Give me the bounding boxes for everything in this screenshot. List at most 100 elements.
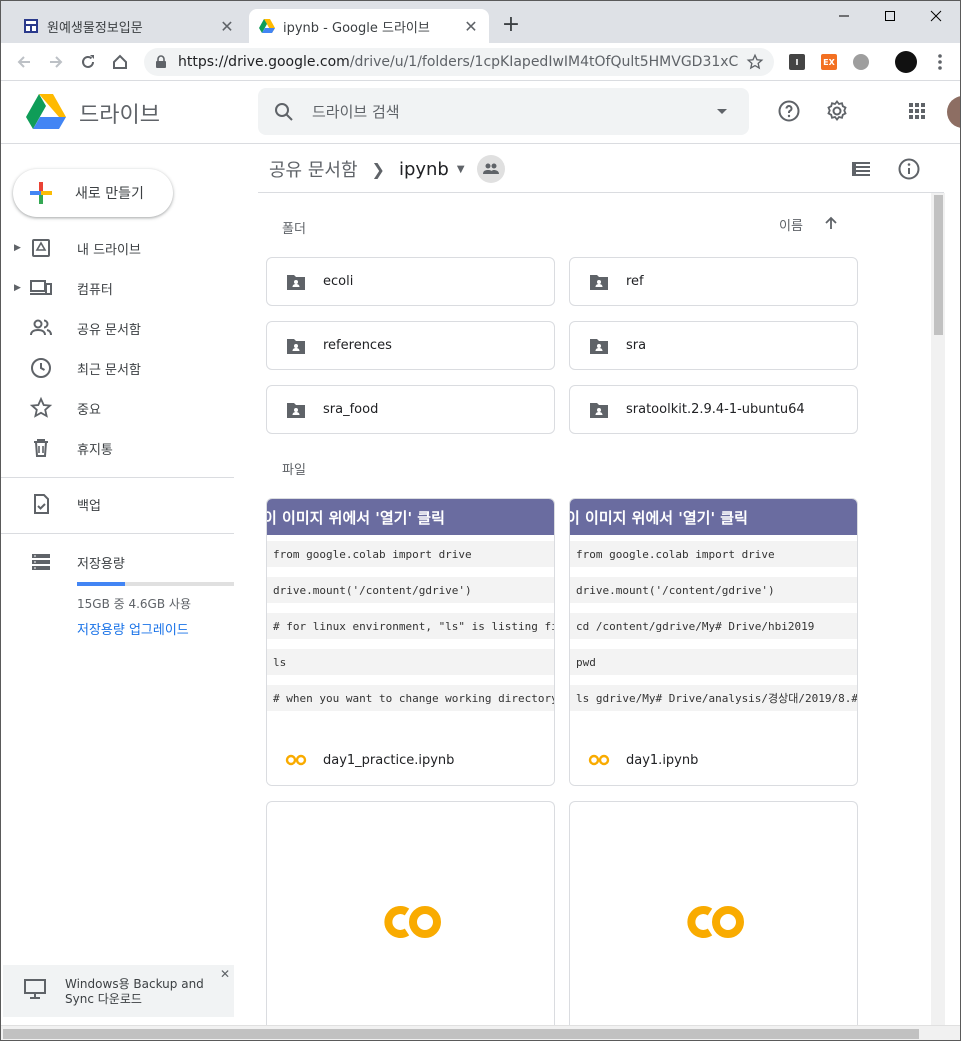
preview-code-line: ls gdrive/My# Drive/analysis/경상대/2019/8.… (570, 685, 857, 711)
files-section-title: 파일 (282, 463, 306, 478)
search-icon[interactable] (272, 100, 296, 124)
shared-folder-icon (287, 274, 305, 290)
shared-folder-icon (590, 274, 608, 290)
file-card[interactable] (266, 801, 555, 1040)
sidebar-divider (1, 533, 234, 534)
search-input[interactable]: 드라이브 검색 (312, 101, 715, 122)
reload-icon[interactable] (77, 51, 99, 73)
sidebar-item-shared[interactable]: 공유 문서함 (1, 312, 241, 344)
file-name: day1.ipynb (626, 752, 699, 768)
colab-icon (285, 754, 307, 766)
backup-sync-promo[interactable]: Windows용 Backup and Sync 다운로드 ✕ (3, 965, 234, 1017)
sidebar-item-label: 백업 (77, 498, 101, 514)
chevron-down-icon[interactable]: ▼ (457, 164, 465, 175)
breadcrumb: 공유 문서함 ❯ ipynb ▼ (269, 153, 505, 185)
sidebar-item-trash[interactable]: 휴지통 (1, 432, 241, 464)
file-card[interactable]: 이 이미지 위에서 '열기' 클릭 from google.colab impo… (266, 498, 555, 786)
tab-title: ipynb - Google 드라이브 (283, 20, 430, 36)
folders-section-title: 폴더 (282, 222, 306, 237)
folder-name: sra (626, 338, 647, 353)
sidebar-item-label: 저장용량 (77, 556, 125, 572)
chevron-right-icon: ❯ (371, 159, 385, 179)
new-tab-button[interactable]: + (501, 14, 521, 36)
preview-code-line: # when you want to change working direct… (267, 685, 554, 711)
sidebar-item-starred[interactable]: 중요 (1, 392, 241, 424)
sort-by-name-button[interactable]: 이름 (779, 215, 803, 234)
close-tab-icon[interactable]: ✕ (219, 17, 235, 36)
file-card[interactable]: 이 이미지 위에서 '열기' 클릭 from google.colab impo… (569, 498, 858, 786)
folder-card[interactable]: ecoli (266, 257, 555, 306)
colab-logo-icon (687, 906, 744, 938)
help-icon[interactable] (777, 99, 801, 123)
close-tab-icon[interactable]: ✕ (463, 17, 479, 36)
search-options-icon[interactable] (715, 108, 729, 116)
drive-header: 드라이브 드라이브 검색 (1, 81, 960, 144)
minimize-icon[interactable] (821, 5, 867, 27)
folder-card[interactable]: sra_food (266, 385, 555, 434)
list-view-icon[interactable] (849, 157, 873, 181)
apps-grid-icon[interactable] (905, 99, 929, 123)
site-favicon-icon (24, 19, 38, 33)
computers-icon (30, 280, 52, 295)
vertical-scroll-thumb[interactable] (934, 195, 943, 335)
folder-name: ecoli (323, 274, 354, 289)
folder-card[interactable]: sratoolkit.2.9.4-1-ubuntu64 (569, 385, 858, 434)
content-divider (258, 192, 944, 193)
upgrade-storage-link[interactable]: 저장용량 업그레이드 (77, 619, 189, 638)
sidebar-item-storage[interactable]: 저장용량 (1, 546, 241, 578)
storage-usage-bar (77, 582, 234, 586)
colab-logo-icon (384, 906, 441, 938)
sidebar-item-recent[interactable]: 최근 문서함 (1, 352, 241, 384)
account-avatar[interactable] (947, 96, 960, 128)
breadcrumb-current[interactable]: ipynb (399, 159, 449, 180)
expand-arrow-icon[interactable]: ▶ (14, 243, 22, 253)
storage-usage-fill (77, 582, 126, 586)
settings-gear-icon[interactable] (825, 99, 849, 123)
bookmark-star-icon[interactable] (746, 53, 764, 71)
preview-code-line: drive.mount('/content/gdrive') (570, 577, 857, 603)
maximize-icon[interactable] (867, 5, 913, 27)
sidebar-divider (1, 477, 234, 478)
close-promo-icon[interactable]: ✕ (220, 967, 230, 981)
new-button[interactable]: 새로 만들기 (13, 169, 173, 217)
home-icon[interactable] (109, 51, 131, 73)
back-icon[interactable] (13, 51, 35, 73)
address-bar[interactable]: https://drive.google.com/drive/u/1/folde… (144, 48, 774, 76)
backup-promo-text[interactable]: Windows용 Backup and Sync 다운로드 (65, 977, 215, 1007)
lock-icon (156, 55, 166, 68)
folder-card[interactable]: ref (569, 257, 858, 306)
breadcrumb-parent[interactable]: 공유 문서함 (269, 156, 358, 182)
sidebar-item-backups[interactable]: 백업 (1, 488, 241, 520)
file-card[interactable] (569, 801, 858, 1040)
close-window-icon[interactable] (913, 5, 959, 27)
storage-usage-text: 15GB 중 4.6GB 사용 (77, 597, 191, 611)
tab-2-active[interactable]: ipynb - Google 드라이브 ✕ (249, 9, 489, 43)
extension-i-icon[interactable]: I (789, 54, 805, 70)
folder-card[interactable]: references (266, 321, 555, 370)
globe-extension-icon[interactable] (853, 54, 869, 70)
extension-ex-icon[interactable]: EX (821, 54, 837, 70)
preview-code-line: pwd (570, 649, 857, 675)
menu-kebab-icon[interactable] (929, 51, 951, 73)
new-button-label: 새로 만들기 (75, 186, 144, 202)
info-icon[interactable] (897, 157, 921, 181)
expand-arrow-icon[interactable]: ▶ (14, 283, 22, 293)
sidebar-item-my-drive[interactable]: ▶ 내 드라이브 (1, 232, 241, 264)
horizontal-scroll-thumb[interactable] (3, 1029, 919, 1039)
sidebar-item-label: 중요 (77, 402, 101, 418)
arrow-up-icon[interactable] (823, 215, 839, 231)
profile-avatar-icon[interactable] (895, 51, 917, 73)
shared-icon (30, 319, 52, 336)
drive-logo-icon[interactable] (26, 94, 66, 130)
search-bar[interactable]: 드라이브 검색 (258, 88, 749, 135)
shared-folder-icon (287, 402, 305, 418)
folder-card[interactable]: sra (569, 321, 858, 370)
drive-brand-text[interactable]: 드라이브 (79, 97, 160, 129)
colab-icon (588, 754, 610, 766)
tab-1[interactable]: 원예생물정보입문 ✕ (13, 9, 245, 43)
backup-icon (34, 494, 49, 514)
sidebar-item-computers[interactable]: ▶ 컴퓨터 (1, 272, 241, 304)
forward-icon[interactable] (45, 51, 67, 73)
sidebar: 새로 만들기 ▶ 내 드라이브 ▶ 컴퓨터 공유 문서함 최근 문서함 중요 휴… (1, 145, 245, 1025)
shared-folder-icon (287, 338, 305, 354)
